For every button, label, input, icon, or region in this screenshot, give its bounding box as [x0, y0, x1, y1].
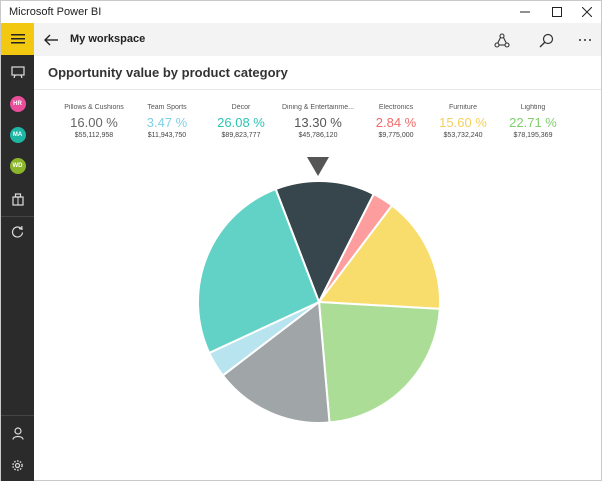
legend-value-label: $78,195,369	[513, 132, 553, 139]
back-button[interactable]	[40, 29, 62, 51]
sidebar-divider-bottom	[1, 415, 34, 416]
legend-category-label: Lighting	[520, 104, 546, 111]
pie-chart[interactable]	[181, 151, 461, 431]
avatar-hr: HR	[9, 96, 26, 112]
person-icon	[11, 426, 24, 440]
account-button[interactable]	[1, 417, 34, 449]
close-button[interactable]	[571, 1, 602, 23]
workspace-header: My workspace	[34, 23, 601, 56]
apps-package-icon	[11, 192, 24, 206]
sidebar-item-wd[interactable]: WD	[1, 150, 34, 182]
app-window: Microsoft Power BI HR MA WD My workspace…	[0, 0, 602, 481]
legend-item[interactable]: Lighting 22.71 % $78,195,369	[488, 104, 578, 139]
legend-value-label: $45,786,120	[298, 132, 338, 139]
minimize-icon	[520, 11, 530, 13]
legend-category-label: Dining & Entertainme...	[282, 104, 354, 111]
gear-icon	[12, 459, 23, 471]
hamburger-menu-button[interactable]	[1, 23, 34, 55]
legend-percent-label: 13.30 %	[294, 115, 342, 130]
maximize-button[interactable]	[541, 1, 573, 23]
sidebar-item-ma[interactable]: MA	[1, 119, 34, 151]
pie-slice[interactable]	[317, 300, 441, 424]
workspace-title: My workspace	[70, 33, 146, 45]
minimize-button[interactable]	[509, 1, 541, 23]
share-icon	[494, 32, 510, 48]
sidebar-item-apps[interactable]	[1, 183, 34, 215]
sidebar-item-featured[interactable]	[1, 56, 34, 88]
search-button[interactable]	[534, 28, 558, 52]
search-icon	[539, 33, 553, 47]
legend-item[interactable]: Dining & Entertainme... 13.30 % $45,786,12…	[273, 104, 363, 139]
settings-button[interactable]	[1, 449, 34, 481]
share-button[interactable]	[490, 28, 514, 52]
sidebar: HR MA WD	[1, 23, 34, 481]
report-title: Opportunity value by product category	[48, 65, 288, 80]
featured-icon	[10, 66, 25, 78]
title-divider	[34, 89, 601, 90]
more-options-button[interactable]	[573, 28, 597, 52]
refresh-icon	[11, 225, 24, 238]
legend-percent-label: 22.71 %	[509, 115, 557, 130]
window-title: Microsoft Power BI	[9, 6, 102, 18]
refresh-button[interactable]	[1, 215, 34, 247]
close-icon	[582, 7, 592, 17]
sidebar-item-hr[interactable]: HR	[1, 88, 34, 120]
avatar-wd: WD	[9, 158, 26, 174]
avatar-ma: MA	[9, 127, 26, 143]
hamburger-icon	[10, 34, 25, 44]
arrow-left-icon	[44, 34, 58, 46]
title-bar: Microsoft Power BI	[1, 1, 601, 23]
more-dots-icon	[579, 39, 591, 41]
maximize-icon	[552, 7, 562, 17]
